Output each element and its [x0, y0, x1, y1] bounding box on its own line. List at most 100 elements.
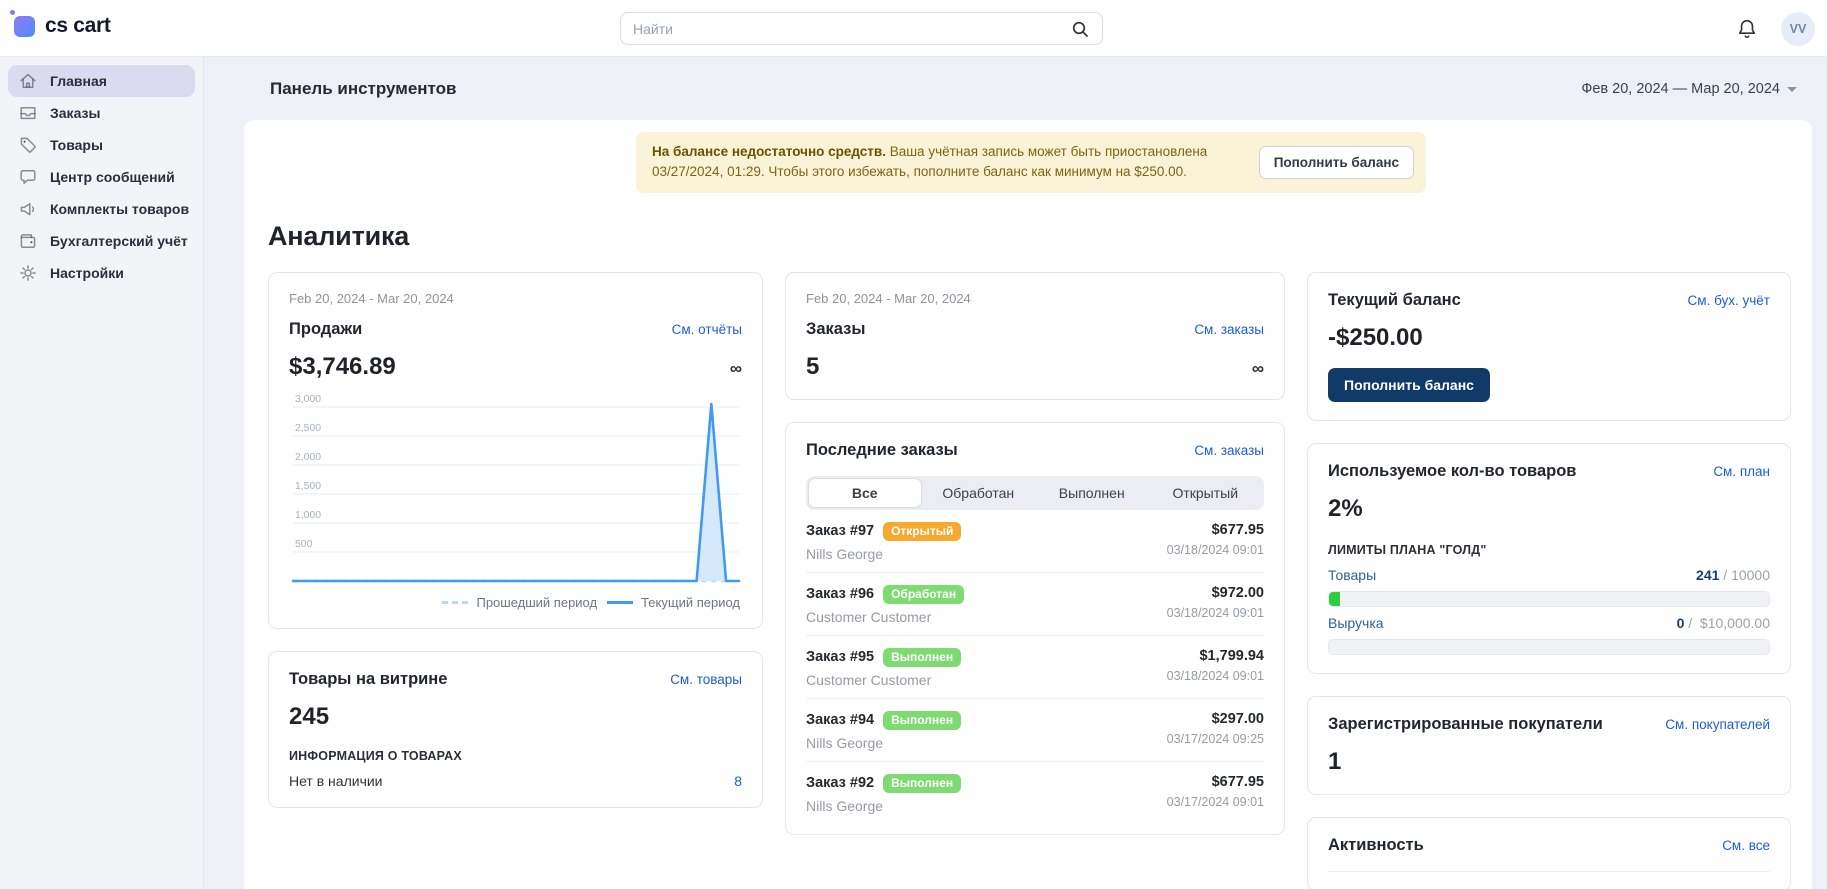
banner-wrap: На балансе недостаточно средств. Ваша уч…	[268, 132, 1794, 193]
activity-title: Активность	[1328, 836, 1424, 855]
see-products-link[interactable]: См. товары	[670, 672, 742, 687]
out-of-stock-value[interactable]: 8	[734, 773, 742, 789]
see-accounting-link[interactable]: См. бух. учёт	[1688, 293, 1770, 308]
page-header: Панель инструментов Фев 20, 2024 — Мар 2…	[204, 57, 1827, 120]
tab-complete[interactable]: Выполнен	[1035, 478, 1149, 508]
orders-icon	[18, 103, 38, 123]
recent-orders-title: Последние заказы	[806, 441, 958, 460]
status-badge: Выполнен	[883, 774, 961, 793]
order-date: 03/18/2024 09:01	[1167, 606, 1264, 620]
plan-limits-title: ЛИМИТЫ ПЛАНА "ГОЛД"	[1328, 543, 1770, 557]
limit-products-used: 241	[1696, 567, 1719, 583]
svg-text:500: 500	[295, 538, 313, 549]
order-row[interactable]: Заказ #94 Выполнен Nills George $297.00 …	[806, 699, 1264, 762]
column-3: Текущий баланс См. бух. учёт -$250.00 По…	[1307, 272, 1791, 889]
status-badge: Выполнен	[883, 648, 961, 667]
low-balance-banner: На балансе недостаточно средств. Ваша уч…	[636, 132, 1426, 193]
sidebar-item-settings[interactable]: Настройки	[8, 257, 195, 289]
order-date: 03/17/2024 09:25	[1167, 732, 1264, 746]
customers-count: 1	[1328, 748, 1770, 776]
orders-card: Feb 20, 2024 - Mar 20, 2024 Заказы См. з…	[785, 272, 1285, 400]
sidebar-item-message-center[interactable]: Центр сообщений	[8, 161, 195, 193]
see-plan-link[interactable]: См. план	[1713, 464, 1770, 479]
limit-products-max: 10000	[1731, 567, 1770, 583]
accounting-wallet-icon	[18, 231, 38, 251]
date-range-picker[interactable]: Фев 20, 2024 — Мар 20, 2024	[1581, 81, 1797, 97]
order-date: 03/18/2024 09:01	[1167, 669, 1264, 683]
limit-revenue-used: 0	[1677, 615, 1685, 631]
sidebar-item-label: Товары	[50, 137, 103, 153]
global-search	[620, 12, 1103, 45]
content-panel: На балансе недостаточно средств. Ваша уч…	[244, 120, 1812, 889]
svg-text:1,000: 1,000	[295, 509, 321, 520]
balance-title: Текущий баланс	[1328, 291, 1461, 310]
cs-cart-logo[interactable]: cs cart	[14, 14, 111, 38]
products-tag-icon	[18, 135, 38, 155]
status-badge: Открытый	[883, 522, 961, 541]
user-avatar[interactable]: VV	[1781, 12, 1815, 46]
svg-text:2,500: 2,500	[295, 422, 321, 433]
order-amount: $972.00	[1212, 585, 1264, 601]
usage-percent: 2%	[1328, 495, 1770, 523]
product-usage-card: Используемое кол-во товаров См. план 2% …	[1307, 443, 1791, 674]
sidebar-item-label: Главная	[50, 73, 107, 89]
search-input[interactable]	[633, 21, 1070, 37]
top-up-balance-button[interactable]: Пополнить баланс	[1328, 368, 1490, 402]
dashboard-screen: cs cart VV Главная	[0, 0, 1827, 889]
topbar-actions: VV	[1735, 0, 1815, 57]
sales-title: Продажи	[289, 320, 362, 339]
tab-all[interactable]: Все	[808, 478, 922, 508]
storefront-title: Товары на витрине	[289, 670, 447, 689]
see-orders-link[interactable]: См. заказы	[1194, 443, 1264, 458]
balance-value: -$250.00	[1328, 324, 1770, 352]
sidebar-item-products[interactable]: Товары	[8, 129, 195, 161]
see-customers-link[interactable]: См. покупателей	[1665, 717, 1770, 732]
sidebar-item-label: Комплекты товаров	[50, 201, 189, 217]
order-row[interactable]: Заказ #97 Открытый Nills George $677.95 …	[806, 510, 1264, 573]
order-row[interactable]: Заказ #92 Выполнен Nills George $677.95 …	[806, 762, 1264, 816]
customers-title: Зарегистрированные покупатели	[1328, 715, 1603, 734]
order-row[interactable]: Заказ #96 Обработан Customer Customer $9…	[806, 573, 1264, 636]
svg-text:2,000: 2,000	[295, 451, 321, 462]
orders-title: Заказы	[806, 320, 865, 339]
legend-past-period: Прошедший период	[442, 595, 597, 610]
order-id: Заказ #97	[806, 523, 874, 539]
see-reports-link[interactable]: См. отчёты	[672, 322, 742, 337]
see-orders-link[interactable]: См. заказы	[1194, 322, 1264, 337]
chart-y-tick-labels: 3,000 2,500 2,000 1,500 1,000 500	[295, 393, 321, 549]
limit-revenue-max: $10,000.00	[1700, 615, 1770, 631]
banner-text: На балансе недостаточно средств. Ваша уч…	[652, 142, 1241, 183]
see-all-link[interactable]: См. все	[1722, 838, 1770, 853]
recent-orders-card: Последние заказы См. заказы Все Обработа…	[785, 422, 1285, 835]
tab-processed[interactable]: Обработан	[922, 478, 1036, 508]
revenue-progress-bar	[1328, 639, 1770, 655]
chart-legend: Прошедший период Текущий период	[289, 595, 742, 610]
legend-current-period: Текущий период	[607, 595, 740, 610]
main-area: Панель инструментов Фев 20, 2024 — Мар 2…	[204, 57, 1827, 889]
order-row[interactable]: Заказ #95 Выполнен Customer Customer $1,…	[806, 636, 1264, 699]
sidebar-item-home[interactable]: Главная	[8, 65, 195, 97]
order-customer: Customer Customer	[806, 609, 964, 625]
activity-divider	[1328, 871, 1770, 872]
orders-count: 5	[806, 353, 819, 381]
cs-cart-logo-icon	[14, 16, 35, 37]
sales-card: Feb 20, 2024 - Mar 20, 2024 Продажи См. …	[268, 272, 763, 629]
sidebar-item-accounting[interactable]: Бухгалтерский учёт	[8, 225, 195, 257]
sidebar-item-product-bundles[interactable]: Комплекты товаров	[8, 193, 195, 225]
home-icon	[18, 71, 38, 91]
search-icon[interactable]	[1070, 19, 1090, 39]
settings-gear-icon	[18, 263, 38, 283]
products-progress-bar	[1328, 591, 1770, 607]
tab-open[interactable]: Открытый	[1149, 478, 1263, 508]
products-progress-fill	[1329, 592, 1340, 606]
banner-top-up-button[interactable]: Пополнить баланс	[1259, 146, 1414, 179]
status-badge: Обработан	[883, 585, 964, 604]
product-info-title: ИНФОРМАЦИЯ О ТОВАРАХ	[289, 749, 742, 763]
notifications-bell-icon[interactable]	[1735, 17, 1759, 41]
logo-dot	[10, 10, 15, 15]
sidebar-item-orders[interactable]: Заказы	[8, 97, 195, 129]
sidebar-item-label: Центр сообщений	[50, 169, 175, 185]
chevron-down-icon	[1787, 87, 1797, 92]
solid-line-swatch-icon	[607, 601, 633, 604]
messages-icon	[18, 167, 38, 187]
